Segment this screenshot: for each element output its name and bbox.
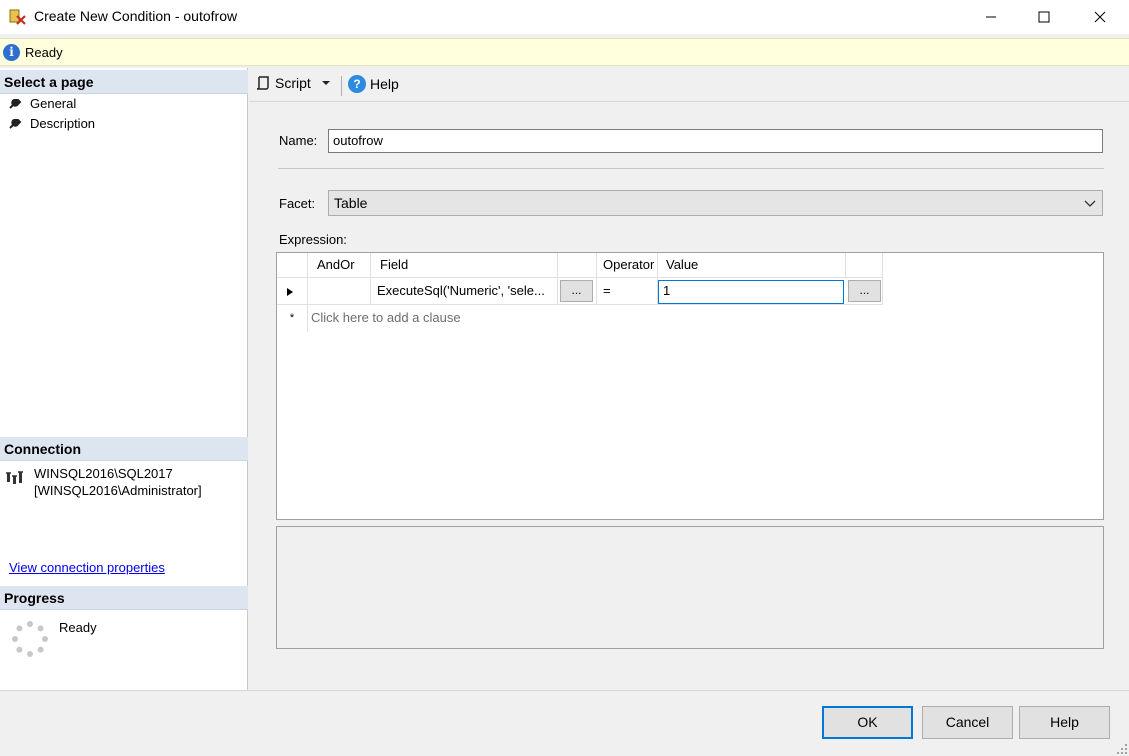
facet-selected-value: Table (334, 195, 368, 211)
expression-grid[interactable]: AndOr Field Operator Value ExecuteSql('N… (276, 252, 1104, 520)
help-icon: ? (348, 75, 366, 93)
script-label: Script (275, 75, 311, 91)
cancel-button[interactable]: Cancel (922, 706, 1013, 739)
facet-dropdown[interactable]: Table (328, 190, 1103, 216)
ok-button[interactable]: OK (822, 706, 913, 739)
column-header-field[interactable]: Field (371, 253, 558, 278)
field-cell: ... (558, 278, 597, 305)
value-input[interactable]: 1 (658, 280, 844, 304)
divider (278, 168, 1104, 169)
column-header-andor[interactable]: AndOr (308, 253, 371, 278)
infobar-status: Ready (25, 45, 63, 60)
facet-label: Facet: (279, 196, 316, 211)
row-selector[interactable] (277, 278, 308, 305)
help-label: Help (370, 76, 399, 92)
page-item-description[interactable]: Description (8, 114, 95, 132)
new-row-marker: * (277, 305, 308, 332)
page-item-label: General (30, 95, 77, 111)
connection-server: WINSQL2016\SQL2017 (34, 466, 173, 481)
page-item-label: Description (30, 115, 96, 131)
script-icon (256, 76, 269, 90)
progress-spinner-icon (12, 621, 48, 657)
wrench-icon (9, 119, 22, 129)
expression-label: Expression: (279, 232, 347, 247)
minimize-icon (986, 16, 996, 18)
value-cell: ... (846, 278, 883, 305)
bottom-divider (0, 690, 1129, 691)
grid-header-row: AndOr Field Operator Value (277, 253, 883, 278)
resize-grip-icon[interactable] (1117, 744, 1127, 754)
close-icon (1094, 11, 1106, 23)
wrench-icon (9, 99, 22, 109)
name-label: Name: (279, 133, 318, 148)
view-connection-properties-link[interactable]: View connection properties (9, 560, 165, 575)
connection-user: [WINSQL2016\Administrator] (34, 483, 202, 498)
app-icon (9, 9, 26, 25)
minimize-button[interactable] (962, 0, 1020, 34)
cell-andor[interactable] (308, 278, 371, 305)
column-header-value-button (846, 253, 883, 278)
add-clause-row[interactable]: * Click here to add a clause (277, 305, 883, 332)
row-selector-header (277, 253, 308, 278)
cell-operator[interactable]: = (597, 278, 658, 305)
add-clause-text[interactable]: Click here to add a clause (308, 305, 883, 332)
title-bar: Create New Condition - outofrow (0, 0, 1129, 34)
column-header-operator[interactable]: Operator (597, 253, 658, 278)
window-title: Create New Condition - outofrow (34, 8, 238, 24)
maximize-icon (1038, 11, 1050, 23)
left-pane: Select a page General Description Connec… (0, 68, 248, 690)
progress-status: Ready (59, 620, 97, 635)
page-item-general[interactable]: General (8, 94, 76, 112)
field-ellipsis-button[interactable]: ... (560, 280, 593, 302)
status-infobar: i Ready (0, 38, 1129, 66)
toolbar: Script ? Help (249, 68, 1129, 102)
progress-header: Progress (0, 586, 248, 610)
value-ellipsis-button[interactable]: ... (848, 280, 881, 302)
close-button[interactable] (1071, 0, 1129, 34)
select-page-header: Select a page (0, 70, 248, 94)
chevron-down-icon (1084, 200, 1096, 207)
info-icon: i (3, 44, 20, 61)
row-pointer-icon (287, 288, 293, 296)
cell-field[interactable]: ExecuteSql('Numeric', 'sele... (371, 278, 558, 305)
help-button[interactable]: Help (1019, 706, 1110, 739)
help-toolbar-button[interactable]: ? Help (348, 75, 399, 93)
column-header-field-button (558, 253, 597, 278)
connection-header: Connection (0, 437, 248, 461)
script-button[interactable]: Script (255, 75, 331, 91)
name-input[interactable]: outofrow (328, 129, 1103, 153)
column-header-value[interactable]: Value (658, 253, 846, 278)
toolbar-separator (341, 76, 342, 96)
connection-icon (6, 471, 23, 484)
maximize-button[interactable] (1015, 0, 1073, 34)
chevron-down-icon (321, 81, 330, 85)
expression-description-box (276, 526, 1104, 649)
